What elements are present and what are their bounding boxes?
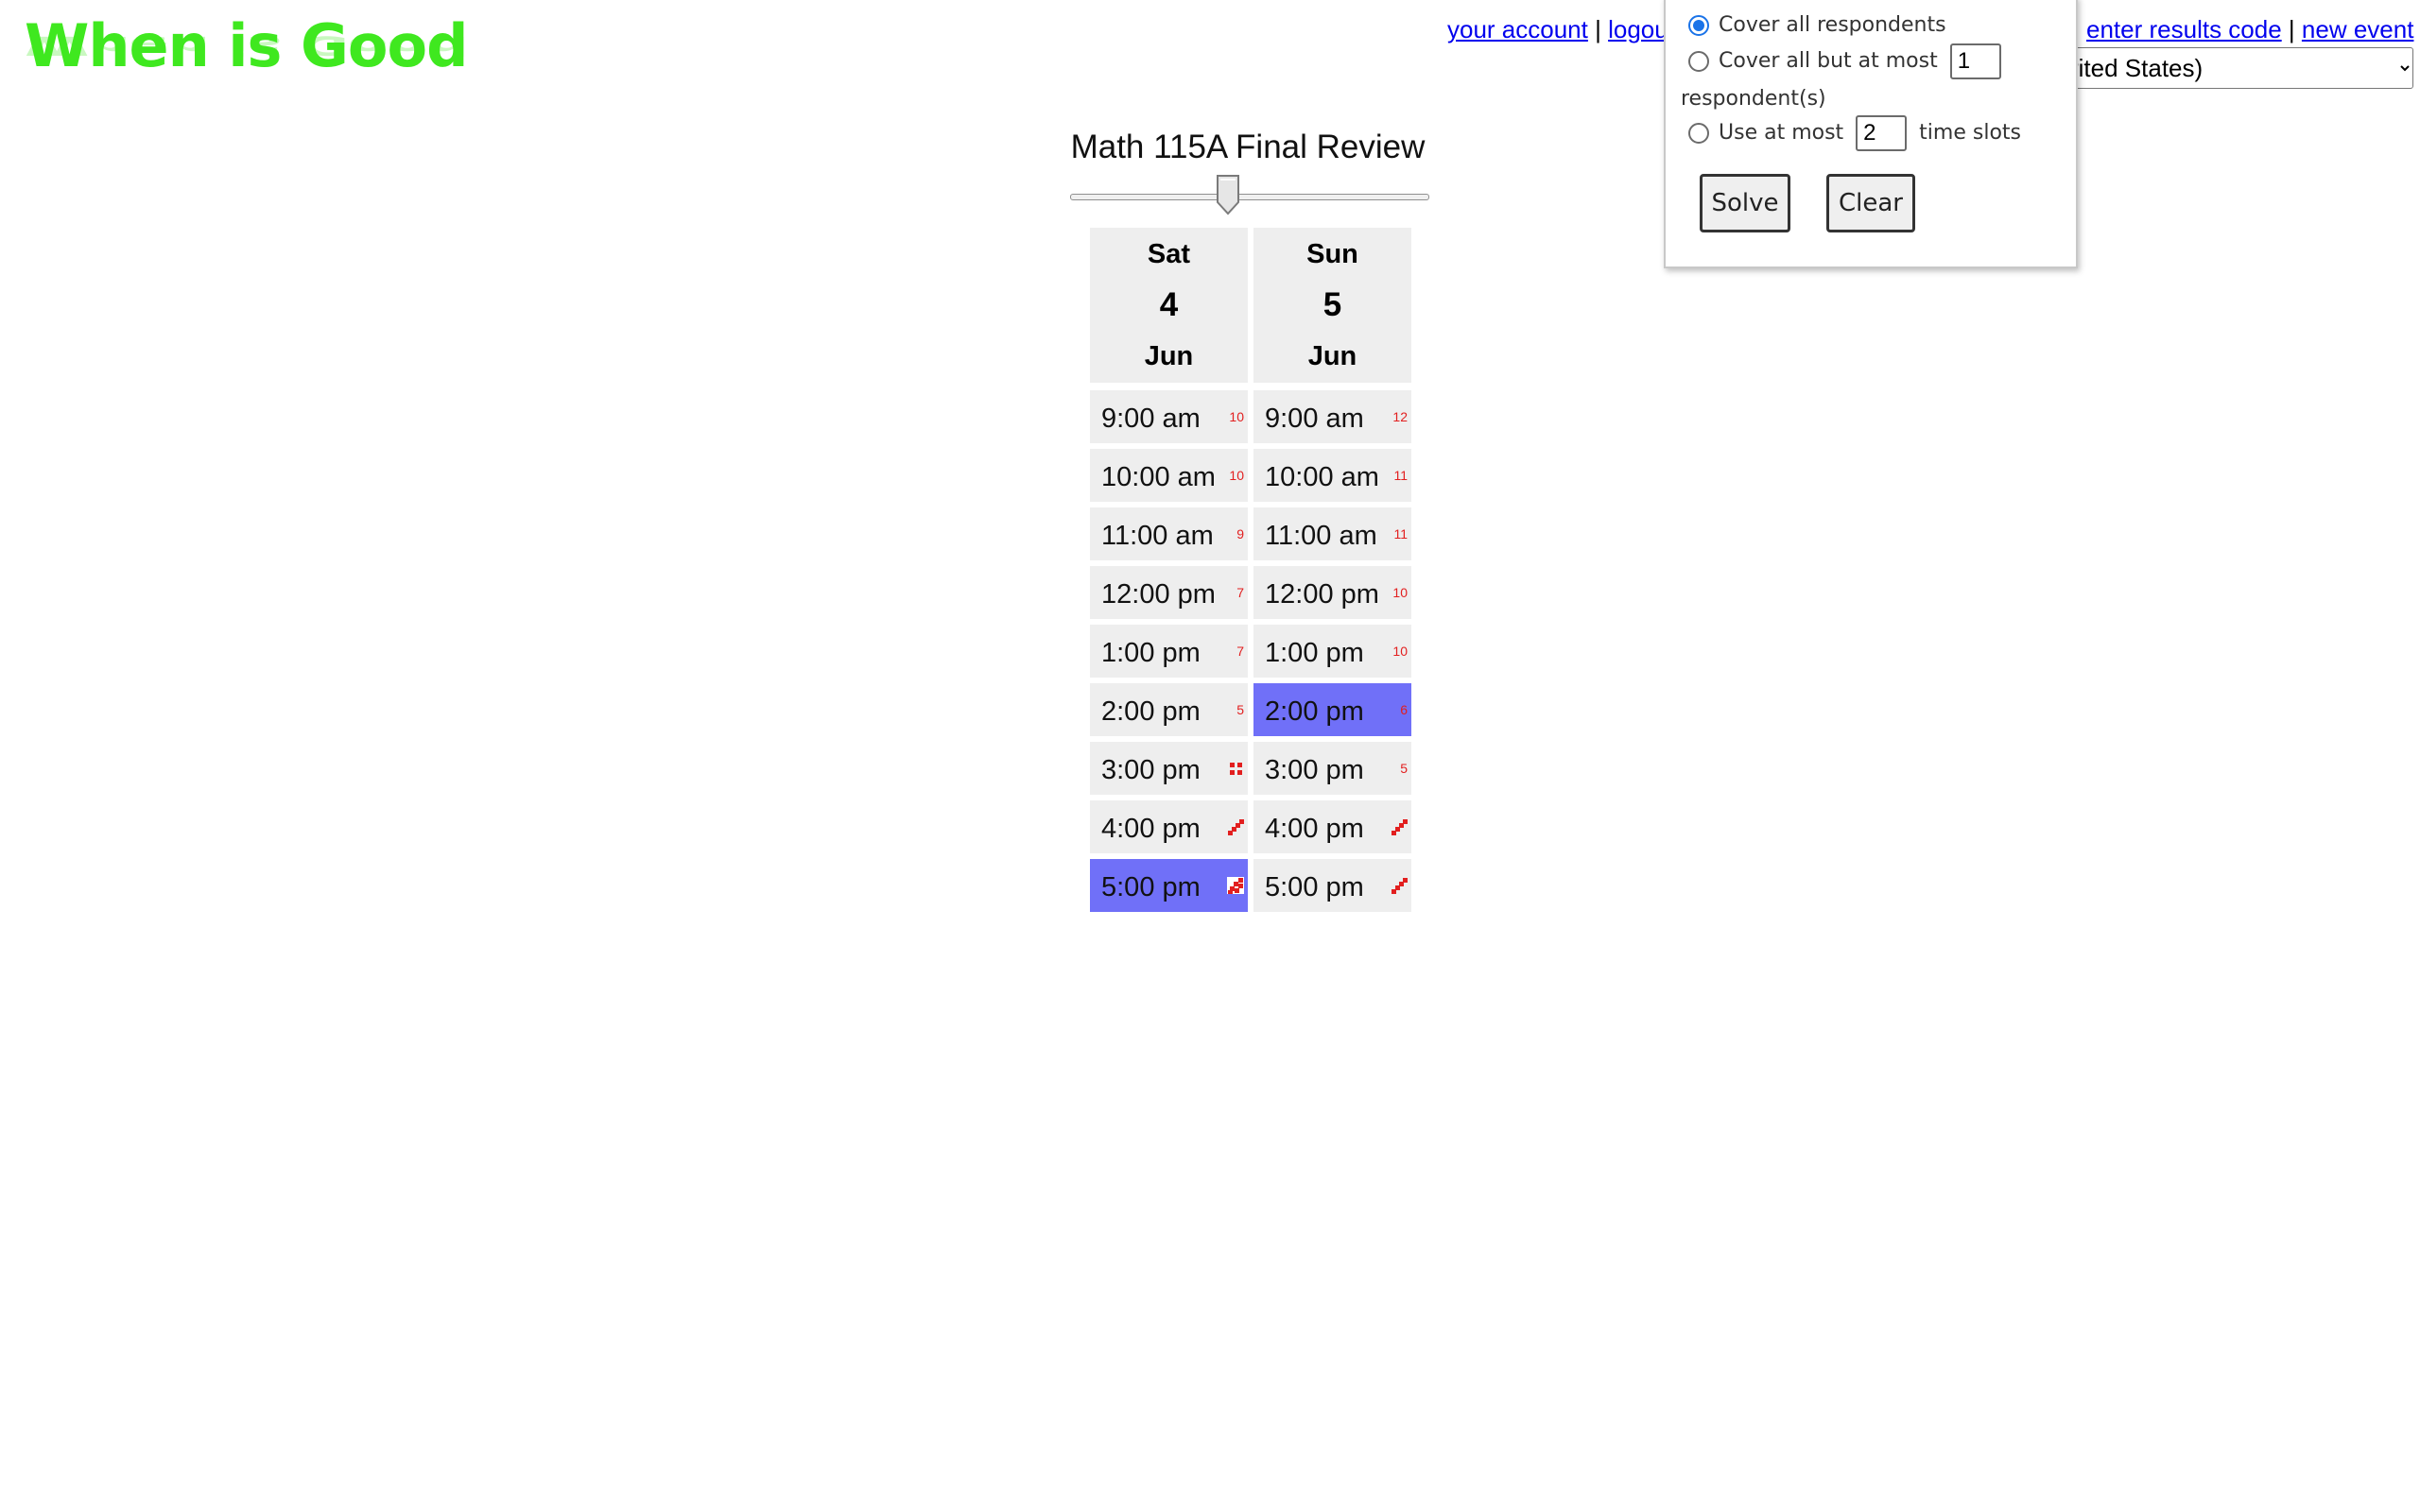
time-slot[interactable]: 12:00 pm 10 (1253, 566, 1411, 619)
time-slot[interactable]: 1:00 pm 7 (1090, 625, 1248, 678)
cover-all-but-option[interactable]: Cover all but at most (1688, 43, 2001, 79)
time-slot[interactable]: 11:00 am 11 (1253, 507, 1411, 560)
your-account-link[interactable]: your account (1447, 15, 1588, 43)
day-of-week: Sun (1306, 239, 1358, 269)
respondents-suffix: respondent(s) (1681, 87, 1826, 111)
event-links: | enter results code | new event (2073, 15, 2413, 44)
time-slot[interactable]: 5:00 pm (1090, 859, 1248, 912)
slot-time: 10:00 am (1101, 462, 1216, 492)
respondent-count: 11 (1393, 468, 1408, 483)
solver-popup: Cover all respondents Cover all but at m… (1664, 0, 2078, 268)
logo-reflection: When is Good (25, 30, 468, 62)
account-links: your account | logou (1447, 15, 1668, 44)
respondent-count: 5 (1400, 761, 1408, 776)
respondent-count: 10 (1229, 468, 1244, 483)
cover-all-label: Cover all respondents (1719, 13, 1946, 37)
use-at-most-option[interactable]: Use at most time slots (1688, 115, 2021, 151)
slot-time: 4:00 pm (1101, 814, 1201, 844)
slot-time: 4:00 pm (1265, 814, 1364, 844)
slot-time: 12:00 pm (1101, 579, 1216, 610)
time-slot[interactable]: 4:00 pm (1090, 800, 1248, 853)
slot-time: 3:00 pm (1101, 755, 1201, 785)
day-of-month: 5 (1322, 286, 1342, 323)
slot-time: 5:00 pm (1101, 872, 1201, 902)
new-event-link[interactable]: new event (2302, 15, 2414, 43)
respondent-count: 12 (1392, 409, 1408, 424)
time-slot[interactable]: 2:00 pm 5 (1090, 683, 1248, 736)
respondent-count: 10 (1229, 409, 1244, 424)
time-slot[interactable]: 10:00 am 10 (1090, 449, 1248, 502)
event-title: Math 115A Final Review (1070, 129, 1426, 165)
respondent-count: 10 (1392, 644, 1408, 659)
respondent-count: 5 (1236, 702, 1244, 717)
site-logo[interactable]: When is Good When is Good (25, 6, 469, 110)
slot-time: 10:00 am (1265, 462, 1379, 492)
slot-time: 11:00 am (1101, 521, 1214, 551)
time-slot[interactable]: 2:00 pm 6 (1253, 683, 1411, 736)
diagonal-dots-icon (1228, 819, 1244, 835)
respondent-count: 7 (1236, 585, 1244, 600)
clear-button[interactable]: Clear (1826, 174, 1915, 232)
cover-all-but-input[interactable] (1949, 43, 2001, 79)
day-header[interactable]: Sun 5 Jun (1253, 228, 1411, 383)
slot-time: 9:00 am (1265, 404, 1364, 434)
day-of-week: Sat (1147, 239, 1191, 269)
time-slot[interactable]: 3:00 pm 5 (1253, 742, 1411, 795)
checker-dots-icon (1227, 877, 1244, 894)
slot-time: 1:00 pm (1265, 638, 1364, 668)
time-slot[interactable]: 4:00 pm (1253, 800, 1411, 853)
time-slot[interactable]: 12:00 pm 7 (1090, 566, 1248, 619)
filter-slider-track[interactable] (1070, 194, 1429, 200)
diagonal-dots-icon (1392, 878, 1408, 894)
respondent-count: 9 (1236, 526, 1244, 541)
time-slot[interactable]: 9:00 am 10 (1090, 390, 1248, 443)
time-slot[interactable]: 11:00 am 9 (1090, 507, 1248, 560)
respondent-count: 10 (1392, 585, 1408, 600)
slot-time: 2:00 pm (1101, 696, 1201, 727)
slot-time: 1:00 pm (1101, 638, 1201, 668)
respondent-count: 7 (1236, 644, 1244, 659)
respondent-count: 6 (1400, 702, 1408, 717)
use-at-most-radio[interactable] (1688, 123, 1709, 144)
enter-results-code-link[interactable]: enter results code (2086, 15, 2282, 43)
month: Jun (1144, 341, 1194, 371)
cover-all-option[interactable]: Cover all respondents (1688, 13, 1946, 37)
diagonal-dots-icon (1392, 819, 1408, 835)
time-slot[interactable]: 3:00 pm (1090, 742, 1248, 795)
slot-time: 5:00 pm (1265, 872, 1364, 902)
link-separator: | (2288, 15, 2295, 43)
time-slot[interactable]: 1:00 pm 10 (1253, 625, 1411, 678)
day-of-month: 4 (1159, 286, 1179, 323)
time-slot[interactable]: 10:00 am 11 (1253, 449, 1411, 502)
slot-time: 2:00 pm (1265, 696, 1364, 727)
slot-time: 9:00 am (1101, 404, 1201, 434)
cover-all-but-radio[interactable] (1688, 51, 1709, 72)
time-slot[interactable]: 9:00 am 12 (1253, 390, 1411, 443)
respondent-count: 11 (1393, 526, 1408, 541)
day-header[interactable]: Sat 4 Jun (1090, 228, 1248, 383)
use-at-most-input[interactable] (1856, 115, 1908, 151)
time-slot[interactable]: 5:00 pm (1253, 859, 1411, 912)
cover-all-but-label: Cover all but at most (1719, 49, 1938, 73)
slot-time: 11:00 am (1265, 521, 1377, 551)
solve-button[interactable]: Solve (1700, 174, 1790, 232)
use-at-most-label: Use at most (1719, 121, 1844, 145)
time-slots-suffix: time slots (1919, 121, 2021, 145)
four-dots-icon (1230, 763, 1242, 775)
slot-time: 3:00 pm (1265, 755, 1364, 785)
filter-slider-thumb[interactable] (1216, 174, 1240, 215)
timezone-select[interactable]: rited States) (2064, 47, 2413, 89)
month: Jun (1307, 341, 1357, 371)
slot-time: 12:00 pm (1265, 579, 1379, 610)
cover-all-radio[interactable] (1688, 15, 1709, 36)
logout-link[interactable]: logou (1608, 15, 1668, 43)
link-separator: | (1595, 15, 1601, 43)
